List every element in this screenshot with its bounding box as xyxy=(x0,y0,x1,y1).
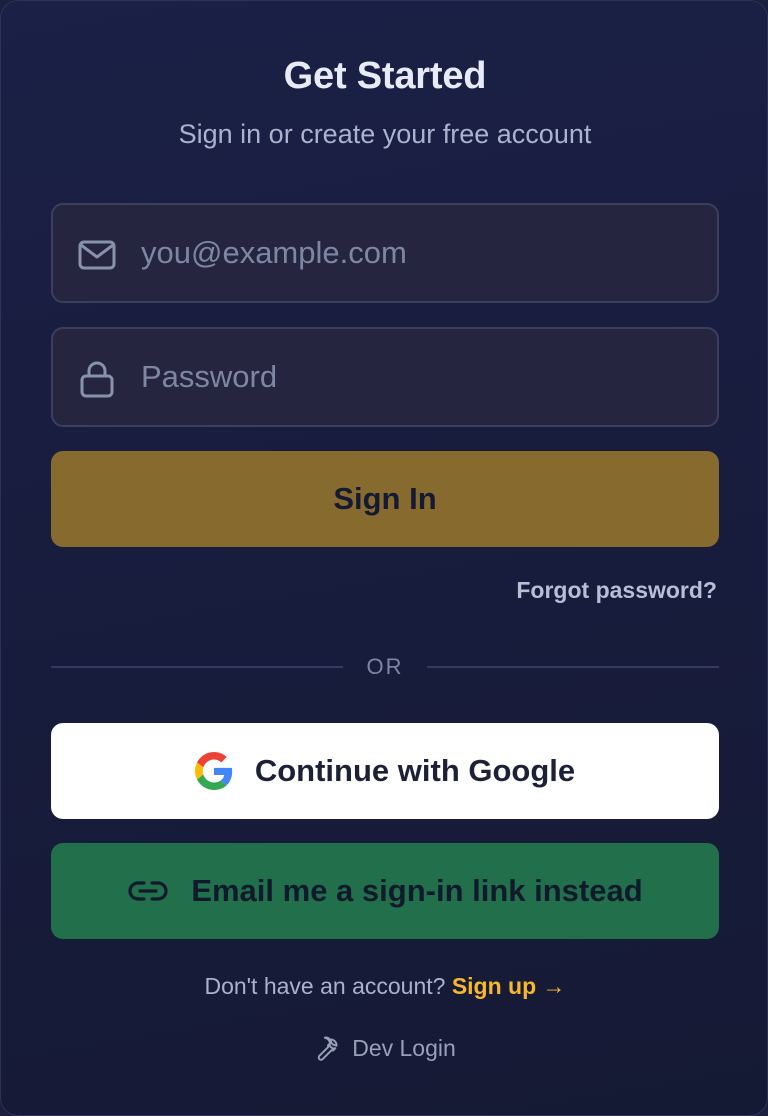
wrench-icon xyxy=(314,1036,340,1062)
forgot-password-link[interactable]: Forgot password? xyxy=(516,577,717,604)
email-input[interactable] xyxy=(141,205,701,301)
auth-card: Get Started Sign in or create your free … xyxy=(0,0,768,1116)
google-button-label: Continue with Google xyxy=(254,753,576,788)
signup-prompt-row: Don't have an account? Sign up → xyxy=(1,973,767,1000)
google-signin-button[interactable]: Continue with Google xyxy=(51,723,719,819)
divider-line-right xyxy=(427,666,719,668)
sign-up-link[interactable]: Sign up → xyxy=(452,973,566,999)
sign-in-button[interactable]: Sign In xyxy=(51,451,719,547)
link-icon xyxy=(127,879,169,903)
page-subtitle: Sign in or create your free account xyxy=(178,119,592,149)
password-field[interactable] xyxy=(51,327,719,427)
divider-label: OR xyxy=(366,654,404,679)
page-title: Get Started xyxy=(283,55,487,97)
dev-login-button[interactable]: Dev Login xyxy=(1,1035,767,1062)
sign-in-button-label: Sign In xyxy=(333,481,437,516)
signup-prompt-text: Don't have an account? xyxy=(204,973,446,999)
mail-icon xyxy=(77,235,117,275)
magic-link-button[interactable]: Email me a sign-in link instead xyxy=(51,843,719,939)
magic-link-button-label: Email me a sign-in link instead xyxy=(191,873,643,908)
password-input[interactable] xyxy=(141,329,701,425)
divider-line-left xyxy=(51,666,343,668)
dev-login-label: Dev Login xyxy=(352,1035,456,1061)
google-logo-icon xyxy=(194,752,233,790)
email-field[interactable] xyxy=(51,203,719,303)
lock-icon xyxy=(77,359,117,399)
